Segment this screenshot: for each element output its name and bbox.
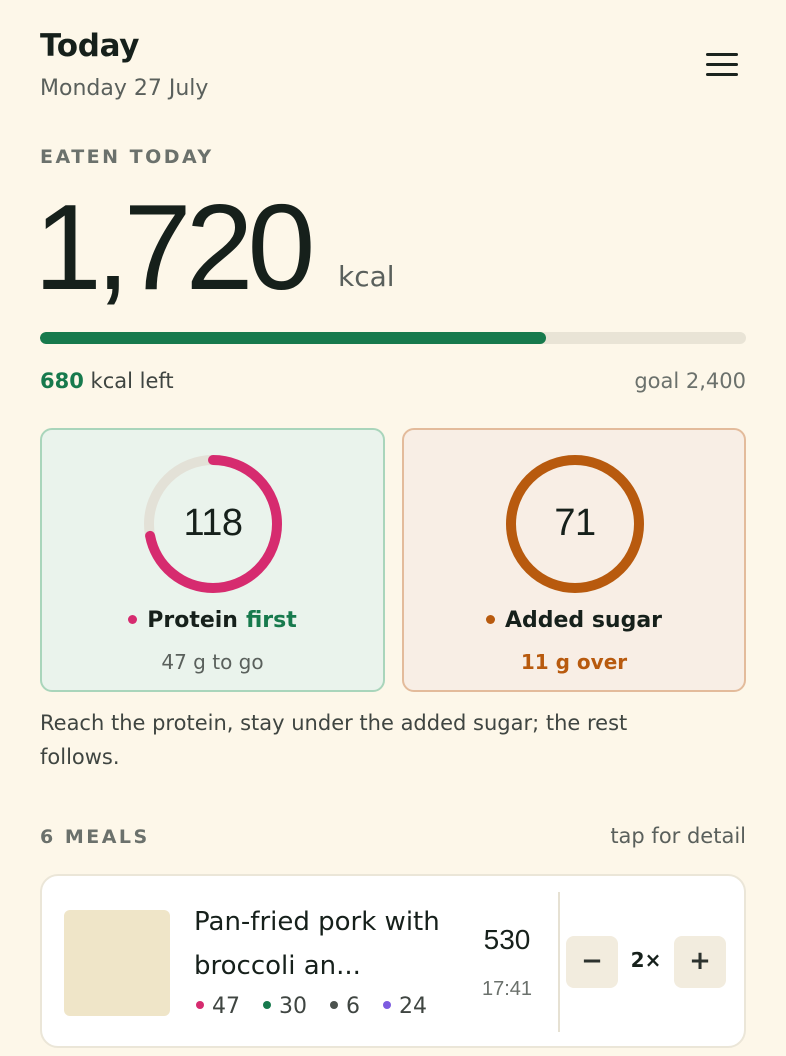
- added-sugar-label: Added sugar: [504, 608, 663, 633]
- fat-dot-icon: [330, 1001, 338, 1009]
- meal-time: 17:41: [481, 978, 533, 1000]
- macro-fiber: 24: [383, 994, 427, 1019]
- meal-thumbnail: [64, 910, 170, 1016]
- fiber-dot-icon: [383, 1001, 391, 1009]
- meal-card[interactable]: Pan-fried pork with broccoli an... 47 30…: [40, 874, 746, 1048]
- macro-fat-value: 6: [346, 994, 360, 1019]
- added-sugar-title: Added sugar: [404, 608, 744, 633]
- protein-card[interactable]: 118 Protein first 47 g to go: [40, 428, 385, 692]
- calories-unit: kcal: [338, 260, 395, 293]
- added-sugar-card[interactable]: 71 Added sugar 11 g over: [402, 428, 746, 692]
- page-title: Today: [40, 28, 140, 64]
- macro-fat: 6: [330, 994, 360, 1019]
- meal-macros: 47 30 6 24: [196, 994, 443, 1019]
- eaten-today-label: EATEN TODAY: [40, 146, 214, 168]
- meals-count-label: 6 MEALS: [40, 826, 150, 848]
- carbs-dot-icon: [263, 1001, 271, 1009]
- kcal-left-text: kcal left: [90, 369, 174, 393]
- macro-protein-value: 47: [212, 994, 240, 1019]
- protein-first-tag: first: [245, 608, 297, 633]
- macro-carbs: 30: [263, 994, 307, 1019]
- protein-value: 118: [183, 502, 243, 544]
- calories-eaten-value: 1,720: [34, 179, 315, 315]
- calorie-progress-fill: [40, 332, 547, 344]
- increase-quantity-button[interactable]: +: [674, 936, 726, 988]
- header: Today Monday 27 July: [40, 28, 208, 101]
- calorie-goal: goal 2,400: [634, 369, 746, 393]
- tap-for-detail-hint: tap for detail: [610, 824, 746, 848]
- protein-dot-icon: [196, 1001, 204, 1009]
- macro-fiber-value: 24: [399, 994, 427, 1019]
- kcal-left-value: 680: [40, 369, 84, 393]
- added-sugar-dot-icon: [485, 614, 495, 624]
- page-date: Monday 27 July: [40, 76, 209, 101]
- guidance-note: Reach the protein, stay under the added …: [40, 711, 628, 769]
- protein-dot-icon: [128, 614, 138, 624]
- meal-quantity: 2×: [630, 948, 662, 972]
- macro-carbs-value: 30: [279, 994, 307, 1019]
- decrease-quantity-button[interactable]: −: [566, 936, 618, 988]
- meal-name: Pan-fried pork with broccoli an...: [194, 907, 440, 981]
- added-sugar-over: 11 g over: [520, 650, 628, 674]
- kcal-left: 680 kcal left: [40, 369, 174, 393]
- protein-remaining: 47 g to go: [161, 650, 264, 674]
- meal-kcal: 530: [483, 924, 531, 955]
- protein-title: Protein first: [42, 608, 383, 633]
- protein-label: Protein: [147, 608, 238, 633]
- hamburger-menu-icon[interactable]: [700, 48, 744, 82]
- calorie-progress-bar: [40, 332, 746, 344]
- macro-protein: 47: [196, 994, 240, 1019]
- added-sugar-value: 71: [554, 502, 596, 544]
- meal-divider: [558, 892, 560, 1032]
